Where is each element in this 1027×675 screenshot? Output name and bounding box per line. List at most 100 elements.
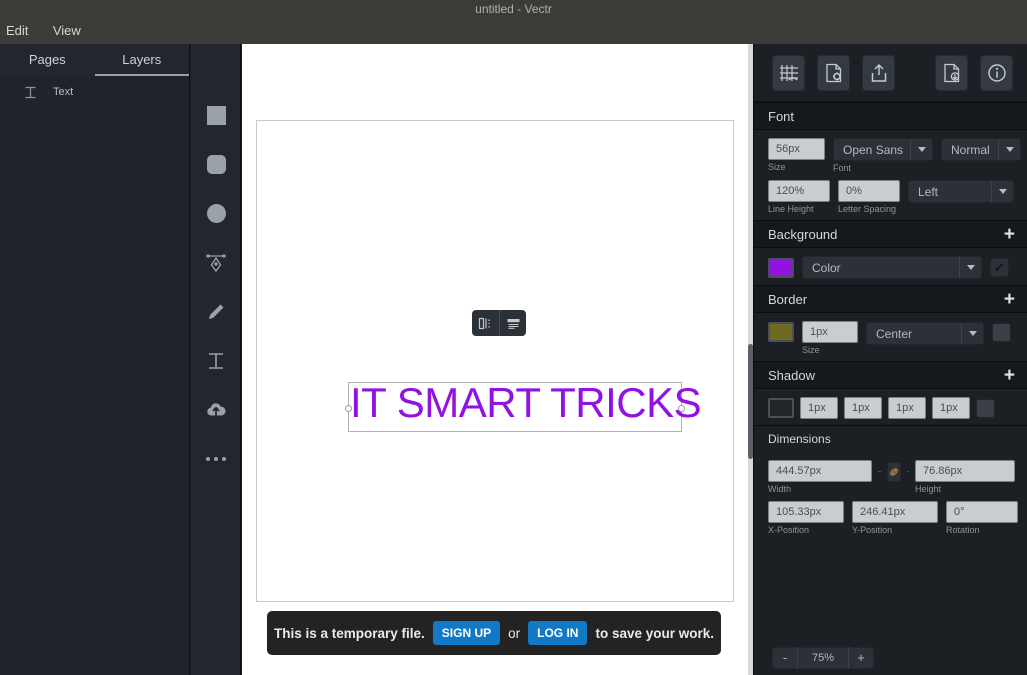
banner-message-start: This is a temporary file. bbox=[273, 625, 425, 641]
rotation-input[interactable]: 0° bbox=[946, 501, 1018, 523]
export-icon[interactable] bbox=[862, 54, 895, 91]
pencil-tool[interactable] bbox=[191, 287, 241, 336]
background-section-title: Background bbox=[768, 226, 838, 242]
letter-spacing-label: Letter Spacing bbox=[838, 204, 897, 214]
floating-text-toolbar bbox=[472, 310, 526, 336]
add-shadow-button[interactable]: + bbox=[1004, 366, 1015, 385]
square-icon bbox=[206, 106, 226, 125]
text-align-select[interactable]: Left bbox=[908, 180, 1014, 203]
font-weight-select[interactable]: Normal bbox=[941, 138, 1021, 161]
zoom-out-button[interactable]: - bbox=[773, 647, 797, 669]
sign-up-button[interactable]: SIGN UP bbox=[432, 621, 501, 645]
width-label: Width bbox=[768, 484, 792, 494]
document-settings-icon[interactable] bbox=[817, 54, 850, 91]
add-border-button[interactable]: + bbox=[1004, 290, 1015, 309]
border-position-value: Center bbox=[876, 326, 913, 341]
chevron-down-icon bbox=[991, 181, 1013, 202]
font-section-body: 56px Size Open Sans Font Normal 120% Lin… bbox=[754, 130, 1027, 220]
info-icon[interactable] bbox=[980, 54, 1013, 91]
height-input[interactable]: 76.86px bbox=[915, 460, 1015, 482]
font-family-select[interactable]: Open Sans bbox=[833, 138, 933, 161]
dimensions-section-body: 444.57px Width 76.86px Height 105.33px X… bbox=[754, 450, 1027, 541]
x-position-input[interactable]: 105.33px bbox=[768, 501, 844, 523]
more-tools[interactable] bbox=[191, 434, 241, 483]
height-label: Height bbox=[915, 484, 942, 494]
border-position-select[interactable]: Center bbox=[866, 322, 984, 345]
shadow-color-swatch[interactable] bbox=[768, 398, 794, 418]
shadow-offset-x-input[interactable]: 1px bbox=[800, 397, 838, 419]
background-type-select[interactable]: Color bbox=[802, 256, 982, 279]
banner-or: or bbox=[508, 625, 521, 641]
edit-text-icon[interactable] bbox=[472, 310, 499, 336]
grid-settings-icon[interactable] bbox=[772, 54, 805, 91]
font-size-input[interactable]: 56px bbox=[768, 138, 825, 160]
background-type-value: Color bbox=[812, 260, 841, 275]
background-visibility-checkbox[interactable] bbox=[990, 258, 1009, 277]
background-section-body: Color bbox=[754, 248, 1027, 285]
temporary-file-banner: This is a temporary file. SIGN UP or LOG… bbox=[267, 611, 721, 655]
border-visibility-checkbox[interactable] bbox=[992, 323, 1011, 342]
menu-item-view[interactable]: View bbox=[43, 18, 91, 44]
zoom-in-button[interactable]: + bbox=[849, 647, 873, 669]
layer-list: Text bbox=[0, 76, 189, 103]
border-section-body: 1px Size Center bbox=[754, 313, 1027, 361]
text-icon bbox=[24, 86, 37, 99]
text-box-icon[interactable] bbox=[499, 310, 526, 336]
properties-panel: Font 56px Size Open Sans Font Normal 120… bbox=[753, 44, 1027, 675]
rounded-square-icon bbox=[206, 155, 226, 174]
font-section-header: Font bbox=[754, 102, 1027, 130]
resize-handle-left[interactable] bbox=[345, 405, 352, 412]
tab-layers[interactable]: Layers bbox=[94, 44, 189, 76]
border-color-swatch[interactable] bbox=[768, 322, 794, 342]
ellipsis-icon bbox=[206, 456, 226, 461]
tab-pages[interactable]: Pages bbox=[0, 44, 95, 76]
zoom-value[interactable]: 75% bbox=[797, 647, 849, 669]
rectangle-tool[interactable] bbox=[191, 91, 241, 140]
link-ratio-icon[interactable] bbox=[886, 462, 901, 482]
shadow-section-body: 1px 1px 1px 1px bbox=[754, 389, 1027, 425]
text-align-value: Left bbox=[918, 184, 939, 199]
chevron-down-icon bbox=[961, 323, 983, 344]
border-size-label: Size bbox=[802, 345, 820, 355]
log-in-button[interactable]: LOG IN bbox=[528, 621, 588, 645]
chevron-down-icon bbox=[910, 139, 932, 160]
shadow-blur-input[interactable]: 1px bbox=[888, 397, 926, 419]
y-position-label: Y-Position bbox=[852, 525, 893, 535]
line-height-input[interactable]: 120% bbox=[768, 180, 830, 202]
selected-text-object[interactable]: IT SMART TRICKS bbox=[345, 379, 702, 432]
ellipse-tool[interactable] bbox=[191, 189, 241, 238]
circle-icon bbox=[206, 204, 226, 223]
menu-item-edit[interactable]: Edit bbox=[0, 18, 38, 44]
text-tool[interactable] bbox=[191, 336, 241, 385]
canvas-text: IT SMART TRICKS bbox=[350, 379, 702, 426]
artboard[interactable]: IT SMART TRICKS bbox=[256, 120, 734, 602]
canvas-workspace[interactable]: IT SMART TRICKS This is a temporary file… bbox=[242, 44, 752, 675]
dimensions-section-title: Dimensions bbox=[754, 425, 1027, 450]
layer-item-text[interactable]: Text bbox=[0, 81, 189, 103]
background-section-header: Background + bbox=[754, 220, 1027, 248]
resize-handle-right[interactable] bbox=[678, 405, 685, 412]
title-bar: untitled - Vectr bbox=[0, 0, 1027, 18]
letter-spacing-input[interactable]: 0% bbox=[838, 180, 900, 202]
vectr-app-window: untitled - Vectr Edit View Pages Layers … bbox=[0, 0, 1027, 675]
left-panel: Pages Layers Text bbox=[0, 44, 190, 675]
import-tool[interactable] bbox=[191, 385, 241, 434]
border-size-input[interactable]: 1px bbox=[802, 321, 858, 343]
menu-bar: Edit View bbox=[0, 18, 1027, 44]
cloud-upload-icon bbox=[205, 400, 227, 420]
font-section-title: Font bbox=[768, 108, 795, 124]
y-position-input[interactable]: 246.41px bbox=[852, 501, 938, 523]
background-color-swatch[interactable] bbox=[768, 257, 794, 278]
divider bbox=[906, 471, 909, 472]
text-icon bbox=[206, 351, 226, 371]
border-section-header: Border + bbox=[754, 285, 1027, 313]
add-background-button[interactable]: + bbox=[1004, 225, 1015, 244]
shadow-visibility-checkbox[interactable] bbox=[976, 398, 995, 418]
rounded-rectangle-tool[interactable] bbox=[191, 140, 241, 189]
save-download-icon[interactable] bbox=[935, 54, 968, 91]
pen-tool[interactable] bbox=[191, 238, 241, 287]
shadow-spread-input[interactable]: 1px bbox=[932, 397, 970, 419]
shadow-offset-y-input[interactable]: 1px bbox=[844, 397, 882, 419]
font-family-value: Open Sans bbox=[843, 142, 904, 157]
width-input[interactable]: 444.57px bbox=[768, 460, 872, 482]
